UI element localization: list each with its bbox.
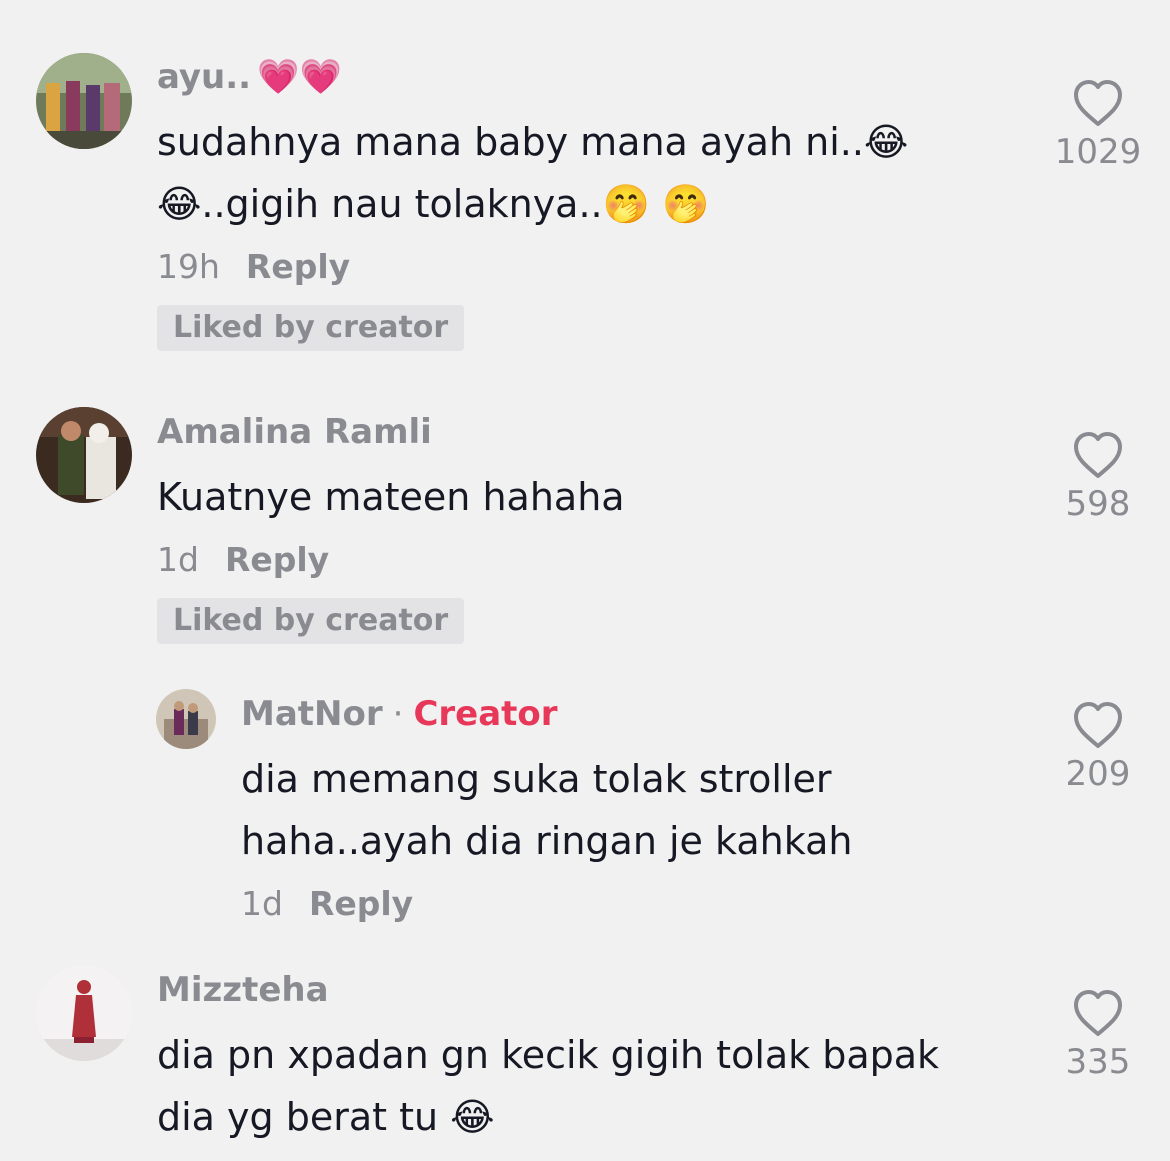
creator-badge: Creator	[413, 694, 558, 734]
like-count: 335	[1065, 1042, 1131, 1082]
separator-dot: ·	[392, 694, 404, 734]
comment-text: sudahnya mana baby mana ayah ni..😂 😂..gi…	[157, 111, 908, 235]
like-button[interactable]: 1029	[1050, 78, 1146, 174]
comment-line: Kuatnye mateen hahaha	[157, 475, 625, 519]
liked-by-creator-badge: Liked by creator	[157, 305, 465, 351]
comment-line: sudahnya mana baby mana ayah ni..😂	[157, 120, 909, 164]
comment-meta: 19h Reply	[157, 243, 908, 291]
like-button[interactable]: 598	[1050, 430, 1146, 526]
username-text[interactable]: Amalina Ramli	[157, 412, 432, 452]
heart-outline-icon[interactable]	[1072, 700, 1124, 750]
heart-outline-icon[interactable]	[1072, 430, 1124, 480]
comment-time: 19h	[157, 247, 220, 286]
comment-time: 1d	[157, 540, 199, 579]
comment-line: 😂..gigih nau tolaknya..🤭 🤭	[157, 182, 710, 226]
comment-username[interactable]: Mizzteha	[157, 970, 939, 1010]
comment-line: haha..ayah dia ringan je kahkah	[241, 819, 853, 863]
comment-time: 1d	[241, 884, 283, 923]
avatar[interactable]	[36, 407, 132, 503]
reply-button[interactable]: Reply	[246, 247, 350, 286]
comment-meta: 1d Reply	[157, 536, 625, 584]
comment-text: Kuatnye mateen hahaha	[157, 466, 625, 528]
comment-username[interactable]: ayu.. 💗💗	[157, 57, 908, 97]
like-count: 1029	[1054, 132, 1142, 172]
heart-emoji: 💗💗	[257, 57, 342, 97]
comment-text: dia memang suka tolak stroller haha..aya…	[241, 748, 852, 872]
comment-list: ayu.. 💗💗 sudahnya mana baby mana ayah ni…	[0, 0, 1170, 1161]
username-text[interactable]: ayu..	[157, 57, 251, 97]
avatar[interactable]	[156, 689, 216, 749]
comment-username[interactable]: Amalina Ramli	[157, 412, 625, 452]
comment-line: dia memang suka tolak stroller	[241, 757, 832, 801]
avatar[interactable]	[36, 965, 132, 1061]
comment-line: dia yg berat tu 😂	[157, 1095, 495, 1139]
liked-by-creator-badge: Liked by creator	[157, 598, 465, 644]
heart-outline-icon[interactable]	[1072, 988, 1124, 1038]
like-button[interactable]: 335	[1050, 988, 1146, 1084]
like-button[interactable]: 209	[1050, 700, 1146, 796]
heart-outline-icon[interactable]	[1072, 78, 1124, 128]
like-count: 598	[1065, 484, 1131, 524]
avatar[interactable]	[36, 53, 132, 149]
reply-button[interactable]: Reply	[309, 884, 413, 923]
username-text[interactable]: Mizzteha	[157, 970, 329, 1010]
like-count: 209	[1065, 754, 1131, 794]
comment-username[interactable]: MatNor · Creator	[241, 694, 852, 734]
reply-button[interactable]: Reply	[225, 540, 329, 579]
comment-text: dia pn xpadan gn kecik gigih tolak bapak…	[157, 1024, 939, 1148]
comment-line: dia pn xpadan gn kecik gigih tolak bapak	[157, 1033, 940, 1077]
username-text[interactable]: MatNor	[241, 694, 383, 734]
comment-meta: 1d Reply	[241, 880, 852, 928]
